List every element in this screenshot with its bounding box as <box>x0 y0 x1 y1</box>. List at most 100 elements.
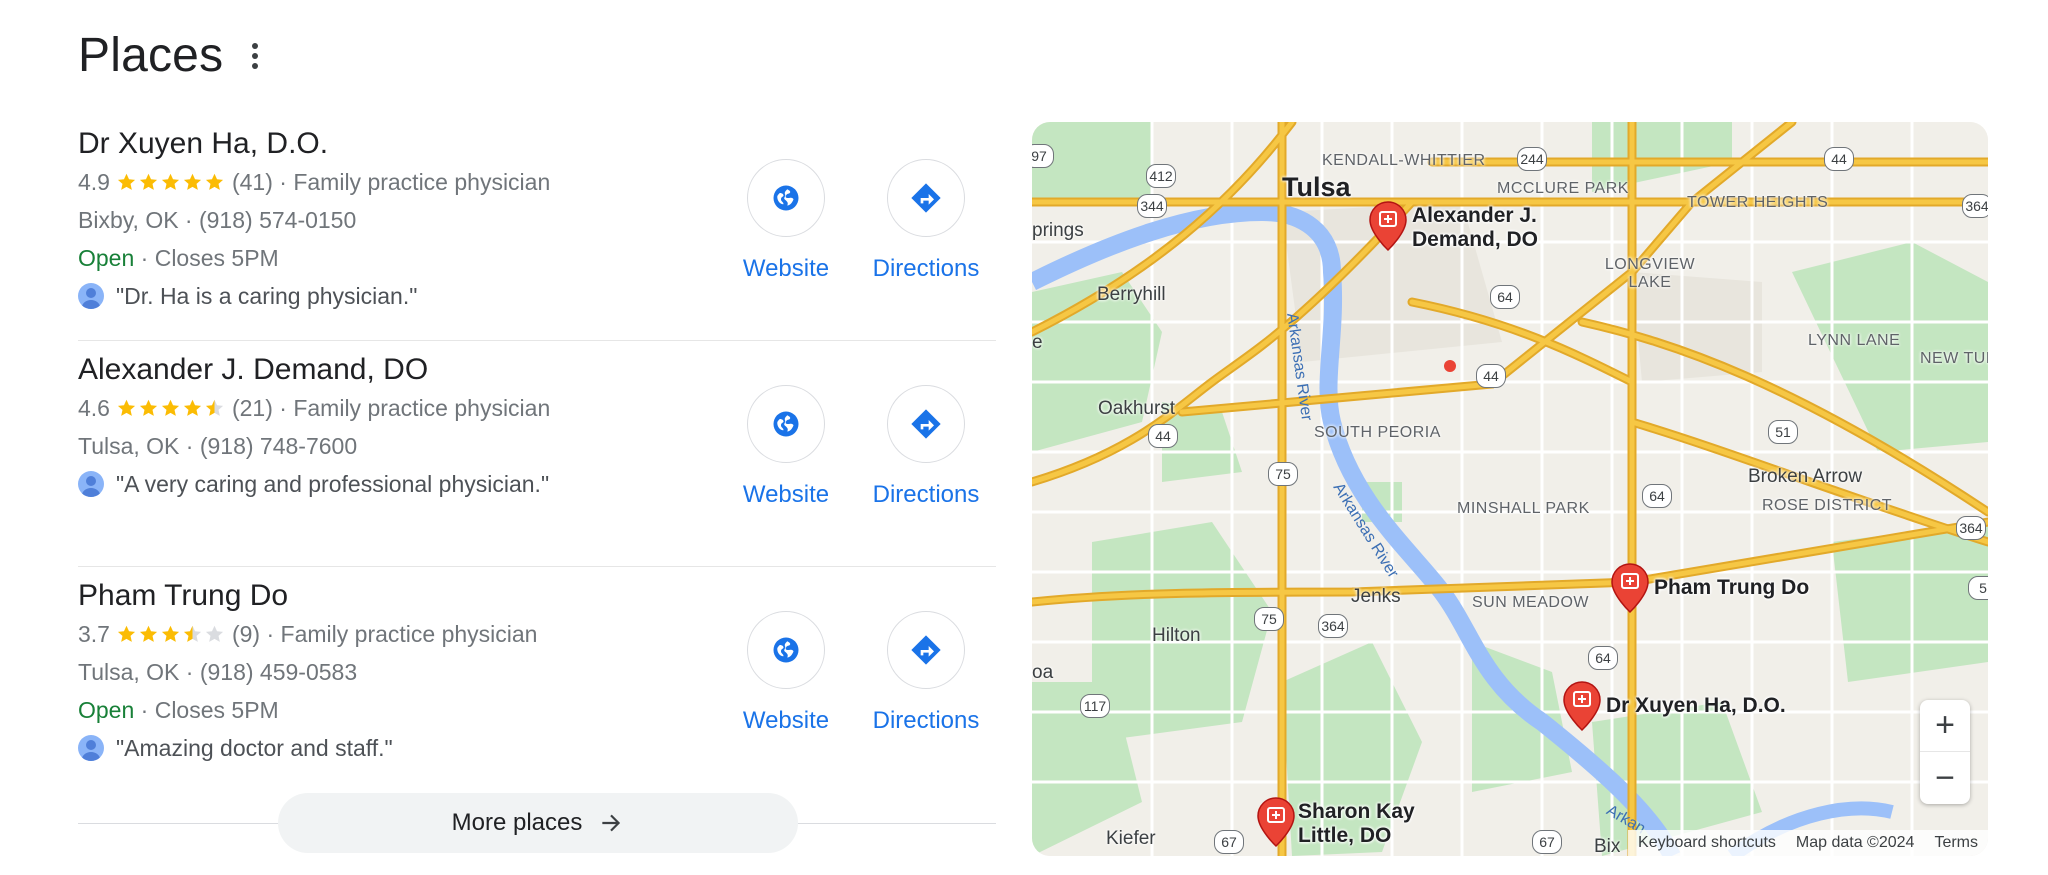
website-label[interactable]: Website <box>743 255 829 283</box>
map[interactable]: Tulsa KENDALL-WHITTIER MCCLURE PARK TOWE… <box>1032 122 1988 856</box>
closing-time: · Closes 5PM <box>140 697 279 723</box>
star-icon <box>139 625 158 642</box>
place-actions: Website Directions <box>716 611 996 735</box>
place-name[interactable]: Alexander J. Demand, DO <box>78 351 996 389</box>
map-pin-icon[interactable] <box>1562 680 1602 732</box>
directions-icon[interactable] <box>887 159 965 237</box>
terms-link[interactable]: Terms <box>1924 834 1988 852</box>
website-label[interactable]: Website <box>743 707 829 735</box>
map-city: Oakhurst <box>1098 398 1176 419</box>
map-neighborhood: LYNN LANE <box>1808 332 1901 349</box>
directions-button[interactable]: Directions <box>856 611 996 735</box>
star-rating <box>116 624 226 645</box>
route-shield: 364 <box>1318 614 1348 638</box>
map-pin-icon[interactable] <box>1610 562 1650 614</box>
website-button[interactable]: Website <box>716 611 856 735</box>
route-shield: 244 <box>1517 147 1547 171</box>
place-item[interactable]: Alexander J. Demand, DO 4.6 (21) · Famil… <box>78 341 996 567</box>
route-shield: 64 <box>1588 646 1618 670</box>
more-places-area: More places <box>78 793 996 853</box>
directions-icon[interactable] <box>887 611 965 689</box>
place-name[interactable]: Dr Xuyen Ha, D.O. <box>78 125 996 163</box>
review-count[interactable]: (9) <box>232 615 260 653</box>
map-city: Kiefer <box>1106 828 1156 849</box>
rating-value: 4.9 <box>78 169 110 195</box>
route-shield: 67 <box>1532 830 1562 854</box>
route-shield: 64 <box>1490 285 1520 309</box>
map-neighborhood: ROSE DISTRICT <box>1762 497 1893 514</box>
star-rating <box>116 398 226 419</box>
map-pin-icon[interactable] <box>1256 796 1296 848</box>
avatar-icon <box>78 735 104 761</box>
route-shield: 117 <box>1080 694 1110 718</box>
review-text: "Dr. Ha is a caring physician." <box>116 283 418 309</box>
map-neighborhood: LONGVIEW LAKE <box>1604 256 1696 291</box>
map-pin-icon[interactable] <box>1368 200 1408 252</box>
star-icon <box>205 399 224 416</box>
map-city: Berryhill <box>1097 284 1166 305</box>
keyboard-shortcuts-link[interactable]: Keyboard shortcuts <box>1628 834 1786 852</box>
avatar-icon <box>78 471 104 497</box>
map-pin-label[interactable]: Sharon Kay Little, DO <box>1298 800 1428 848</box>
star-icon <box>183 173 202 190</box>
directions-button[interactable]: Directions <box>856 159 996 283</box>
place-name[interactable]: Pham Trung Do <box>78 577 996 615</box>
globe-icon[interactable] <box>747 385 825 463</box>
globe-icon[interactable] <box>747 159 825 237</box>
star-icon <box>161 399 180 416</box>
open-status: Open <box>78 245 135 271</box>
location-dot <box>1444 360 1456 372</box>
route-shield: 412 <box>1146 164 1176 188</box>
arrow-right-icon <box>602 814 621 832</box>
map-neighborhood: MCCLURE PARK <box>1497 180 1629 197</box>
more-places-label[interactable]: More places <box>452 809 583 837</box>
map-neighborhood: SOUTH PEORIA <box>1314 424 1441 441</box>
open-status: Open <box>78 697 135 723</box>
route-shield: 44 <box>1476 364 1506 388</box>
directions-icon[interactable] <box>887 385 965 463</box>
directions-label[interactable]: Directions <box>873 707 980 735</box>
route-shield: 344 <box>1137 194 1167 218</box>
directions-label[interactable]: Directions <box>873 255 980 283</box>
review-count[interactable]: (41) <box>232 163 273 201</box>
zoom-out-button[interactable]: − <box>1920 752 1970 804</box>
star-icon <box>205 173 224 190</box>
zoom-in-button[interactable]: + <box>1920 700 1970 752</box>
more-places-button[interactable]: More places <box>278 793 798 853</box>
globe-icon[interactable] <box>747 611 825 689</box>
route-shield: 44 <box>1824 147 1854 171</box>
review-count[interactable]: (21) <box>232 389 273 427</box>
place-category: · Family practice physician <box>279 395 551 421</box>
star-icon <box>161 625 180 642</box>
map-pin-label[interactable]: Pham Trung Do <box>1654 576 1809 600</box>
route-shield: 75 <box>1254 607 1284 631</box>
directions-button[interactable]: Directions <box>856 385 996 509</box>
place-item[interactable]: Dr Xuyen Ha, D.O. 4.9 (41) · Family prac… <box>78 115 996 341</box>
map-neighborhood: KENDALL-WHITTIER <box>1322 152 1486 169</box>
star-icon <box>205 625 224 642</box>
star-icon <box>117 173 136 190</box>
map-pin-label[interactable]: Dr Xuyen Ha, D.O. <box>1606 694 1786 718</box>
star-icon <box>183 399 202 416</box>
map-data-link[interactable]: Map data ©2024 <box>1786 834 1925 852</box>
website-button[interactable]: Website <box>716 159 856 283</box>
route-shield: 364 <box>1962 194 1988 218</box>
star-icon <box>139 399 158 416</box>
place-category: · Family practice physician <box>266 621 538 647</box>
place-item[interactable]: Pham Trung Do 3.7 (9) · Family practice … <box>78 567 996 793</box>
directions-label[interactable]: Directions <box>873 481 980 509</box>
website-label[interactable]: Website <box>743 481 829 509</box>
route-shield: 51 <box>1768 420 1798 444</box>
map-neighborhood: NEW TUL <box>1920 350 1988 367</box>
map-pin-label[interactable]: Alexander J. Demand, DO <box>1412 204 1562 252</box>
place-category: · Family practice physician <box>279 169 551 195</box>
route-shield: 44 <box>1148 424 1178 448</box>
places-header: Places <box>78 28 265 83</box>
route-shield: 67 <box>1214 830 1244 854</box>
review-text: "A very caring and professional physicia… <box>116 471 550 497</box>
more-options-icon[interactable] <box>245 36 265 76</box>
map-city: Jenks <box>1351 586 1401 607</box>
website-button[interactable]: Website <box>716 385 856 509</box>
page-title: Places <box>78 29 224 82</box>
rating-value: 4.6 <box>78 395 110 421</box>
